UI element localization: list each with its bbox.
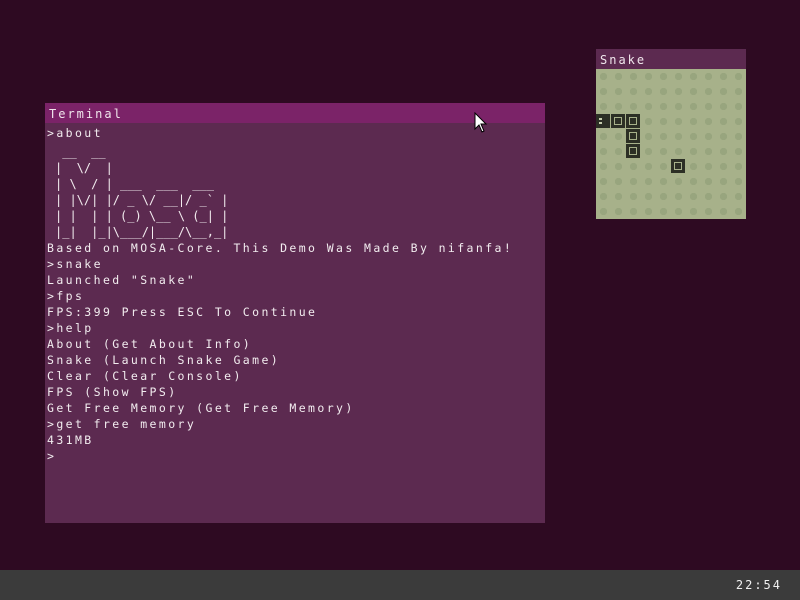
terminal-title: Terminal bbox=[49, 107, 123, 121]
mouse-pointer-icon bbox=[474, 112, 488, 133]
snake-title: Snake bbox=[600, 53, 647, 67]
terminal-line: 431MB bbox=[47, 433, 94, 447]
terminal-line: Get Free Memory (Get Free Memory) bbox=[47, 401, 355, 415]
terminal-line: > bbox=[47, 449, 57, 463]
terminal-window[interactable]: Terminal >about __ __ | \/ | | \ / | ___… bbox=[45, 103, 545, 523]
snake-game-board[interactable] bbox=[596, 69, 746, 219]
snake-head bbox=[596, 114, 610, 128]
terminal-lines-after-logo: Based on MOSA-Core. This Demo Was Made B… bbox=[47, 240, 545, 464]
terminal-line: >about bbox=[47, 126, 103, 140]
snake-body-segment bbox=[626, 114, 640, 128]
mosa-ascii-logo: __ __ | \/ | | \ / | ___ ___ ___ | |\/| … bbox=[55, 145, 229, 239]
snake-body-segment bbox=[611, 114, 625, 128]
snake-body-segment bbox=[626, 144, 640, 158]
terminal-line: >fps bbox=[47, 289, 85, 303]
snake-body-segment bbox=[626, 129, 640, 143]
terminal-line: >snake bbox=[47, 257, 103, 271]
terminal-titlebar[interactable]: Terminal bbox=[45, 103, 545, 123]
taskbar-clock: 22:54 bbox=[735, 578, 782, 592]
snake-titlebar[interactable]: Snake bbox=[596, 49, 746, 69]
terminal-line: >get free memory bbox=[47, 417, 197, 431]
terminal-line: >help bbox=[47, 321, 94, 335]
terminal-line: FPS:399 Press ESC To Continue bbox=[47, 305, 318, 319]
terminal-line: Clear (Clear Console) bbox=[47, 369, 243, 383]
desktop: Terminal >about __ __ | \/ | | \ / | ___… bbox=[0, 0, 800, 600]
taskbar: 22:54 bbox=[0, 570, 800, 600]
snake-food bbox=[671, 159, 685, 173]
snake-window[interactable]: Snake bbox=[596, 49, 746, 219]
terminal-line: Based on MOSA-Core. This Demo Was Made B… bbox=[47, 241, 514, 255]
terminal-output[interactable]: >about __ __ | \/ | | \ / | ___ ___ ___ … bbox=[45, 123, 545, 464]
terminal-line: Snake (Launch Snake Game) bbox=[47, 353, 281, 367]
terminal-line: FPS (Show FPS) bbox=[47, 385, 178, 399]
terminal-line: Launched "Snake" bbox=[47, 273, 197, 287]
terminal-lines-before-logo: >about bbox=[47, 125, 545, 141]
terminal-line: About (Get About Info) bbox=[47, 337, 253, 351]
